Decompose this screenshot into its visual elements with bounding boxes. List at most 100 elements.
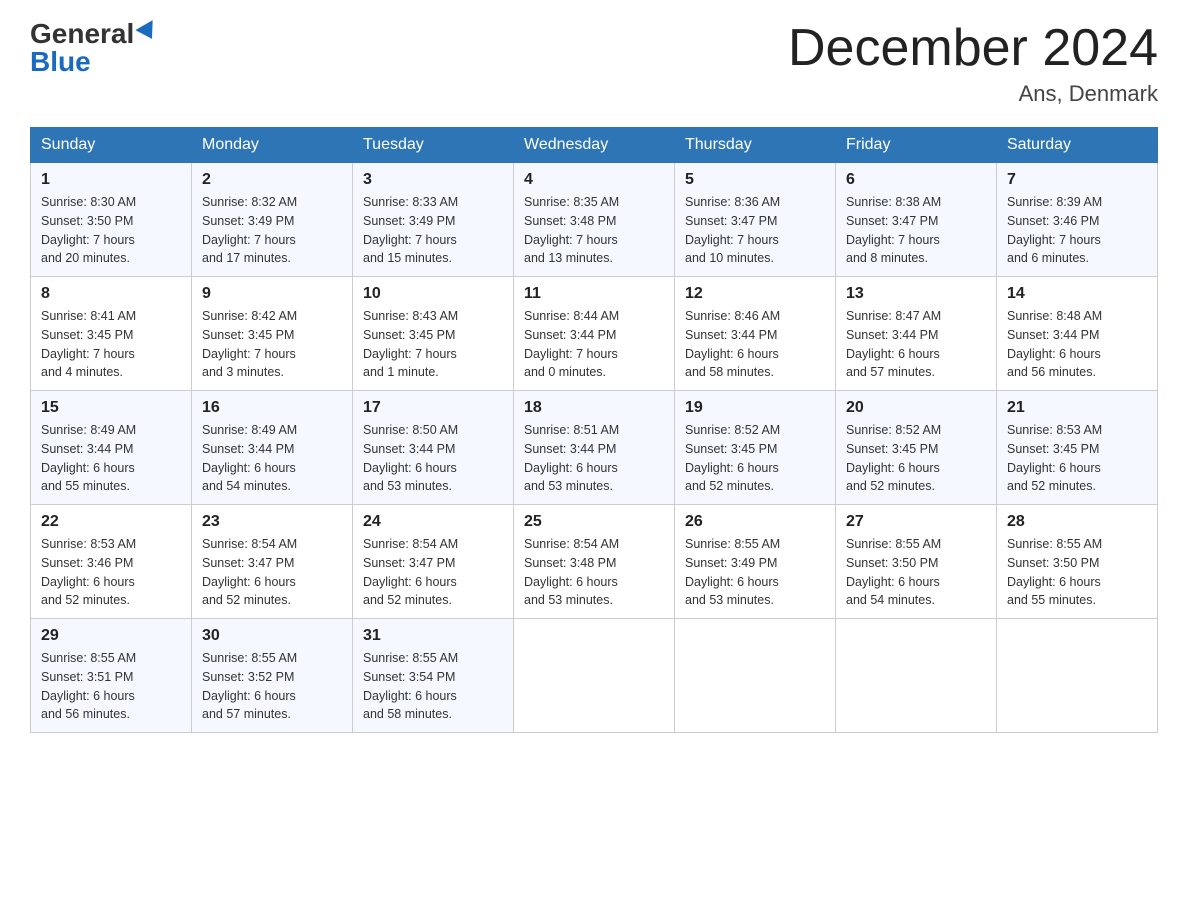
calendar-cell: 3 Sunrise: 8:33 AMSunset: 3:49 PMDaylight…	[353, 163, 514, 277]
day-number: 18	[524, 399, 664, 417]
calendar-cell: 31 Sunrise: 8:55 AMSunset: 3:54 PMDayligh…	[353, 619, 514, 733]
calendar-cell	[514, 619, 675, 733]
day-info: Sunrise: 8:33 AMSunset: 3:49 PMDaylight:…	[363, 193, 503, 268]
calendar-cell: 2 Sunrise: 8:32 AMSunset: 3:49 PMDaylight…	[192, 163, 353, 277]
calendar-location: Ans, Denmark	[788, 81, 1158, 107]
day-info: Sunrise: 8:55 AMSunset: 3:51 PMDaylight:…	[41, 649, 181, 724]
day-info: Sunrise: 8:55 AMSunset: 3:50 PMDaylight:…	[1007, 535, 1147, 610]
day-number: 25	[524, 513, 664, 531]
day-info: Sunrise: 8:53 AMSunset: 3:45 PMDaylight:…	[1007, 421, 1147, 496]
calendar-cell: 13Sunrise: 8:47 AMSunset: 3:44 PMDayligh…	[836, 277, 997, 391]
calendar-cell: 17Sunrise: 8:50 AMSunset: 3:44 PMDayligh…	[353, 391, 514, 505]
day-info: Sunrise: 8:55 AMSunset: 3:50 PMDaylight:…	[846, 535, 986, 610]
calendar-header-row: SundayMondayTuesdayWednesdayThursdayFrid…	[31, 128, 1158, 163]
logo: General Blue	[30, 20, 158, 76]
day-number: 29	[41, 627, 181, 645]
day-number: 5	[685, 171, 825, 189]
calendar-cell: 5 Sunrise: 8:36 AMSunset: 3:47 PMDaylight…	[675, 163, 836, 277]
day-info: Sunrise: 8:55 AMSunset: 3:54 PMDaylight:…	[363, 649, 503, 724]
day-info: Sunrise: 8:36 AMSunset: 3:47 PMDaylight:…	[685, 193, 825, 268]
page-header: General Blue December 2024 Ans, Denmark	[30, 20, 1158, 107]
day-info: Sunrise: 8:49 AMSunset: 3:44 PMDaylight:…	[202, 421, 342, 496]
calendar-cell: 10 Sunrise: 8:43 AMSunset: 3:45 PMDayligh…	[353, 277, 514, 391]
day-number: 11	[524, 285, 664, 303]
day-number: 21	[1007, 399, 1147, 417]
calendar-cell: 28 Sunrise: 8:55 AMSunset: 3:50 PMDayligh…	[997, 505, 1158, 619]
day-info: Sunrise: 8:46 AMSunset: 3:44 PMDaylight:…	[685, 307, 825, 382]
calendar-cell: 30Sunrise: 8:55 AMSunset: 3:52 PMDayligh…	[192, 619, 353, 733]
weekday-header-wednesday: Wednesday	[514, 128, 675, 163]
day-info: Sunrise: 8:35 AMSunset: 3:48 PMDaylight:…	[524, 193, 664, 268]
day-info: Sunrise: 8:54 AMSunset: 3:47 PMDaylight:…	[363, 535, 503, 610]
logo-triangle-icon	[136, 20, 161, 44]
day-info: Sunrise: 8:41 AMSunset: 3:45 PMDaylight:…	[41, 307, 181, 382]
calendar-cell: 6Sunrise: 8:38 AMSunset: 3:47 PMDaylight…	[836, 163, 997, 277]
calendar-cell: 8 Sunrise: 8:41 AMSunset: 3:45 PMDaylight…	[31, 277, 192, 391]
day-info: Sunrise: 8:47 AMSunset: 3:44 PMDaylight:…	[846, 307, 986, 382]
day-info: Sunrise: 8:52 AMSunset: 3:45 PMDaylight:…	[685, 421, 825, 496]
day-number: 12	[685, 285, 825, 303]
day-number: 24	[363, 513, 503, 531]
day-info: Sunrise: 8:38 AMSunset: 3:47 PMDaylight:…	[846, 193, 986, 268]
day-info: Sunrise: 8:42 AMSunset: 3:45 PMDaylight:…	[202, 307, 342, 382]
day-info: Sunrise: 8:51 AMSunset: 3:44 PMDaylight:…	[524, 421, 664, 496]
calendar-cell: 4 Sunrise: 8:35 AMSunset: 3:48 PMDaylight…	[514, 163, 675, 277]
day-number: 23	[202, 513, 342, 531]
day-number: 4	[524, 171, 664, 189]
day-number: 27	[846, 513, 986, 531]
calendar-cell: 7Sunrise: 8:39 AMSunset: 3:46 PMDaylight…	[997, 163, 1158, 277]
day-info: Sunrise: 8:48 AMSunset: 3:44 PMDaylight:…	[1007, 307, 1147, 382]
calendar-cell: 18 Sunrise: 8:51 AMSunset: 3:44 PMDayligh…	[514, 391, 675, 505]
day-info: Sunrise: 8:54 AMSunset: 3:47 PMDaylight:…	[202, 535, 342, 610]
day-info: Sunrise: 8:55 AMSunset: 3:52 PMDaylight:…	[202, 649, 342, 724]
day-number: 15	[41, 399, 181, 417]
calendar-cell: 1Sunrise: 8:30 AMSunset: 3:50 PMDaylight…	[31, 163, 192, 277]
calendar-title: December 2024	[788, 20, 1158, 77]
calendar-cell: 27 Sunrise: 8:55 AMSunset: 3:50 PMDayligh…	[836, 505, 997, 619]
calendar-cell: 19 Sunrise: 8:52 AMSunset: 3:45 PMDayligh…	[675, 391, 836, 505]
calendar-table: SundayMondayTuesdayWednesdayThursdayFrid…	[30, 127, 1158, 733]
day-number: 22	[41, 513, 181, 531]
day-number: 31	[363, 627, 503, 645]
day-info: Sunrise: 8:49 AMSunset: 3:44 PMDaylight:…	[41, 421, 181, 496]
calendar-cell: 12 Sunrise: 8:46 AMSunset: 3:44 PMDayligh…	[675, 277, 836, 391]
calendar-cell: 25 Sunrise: 8:54 AMSunset: 3:48 PMDayligh…	[514, 505, 675, 619]
day-number: 8	[41, 285, 181, 303]
day-number: 1	[41, 171, 181, 189]
day-number: 7	[1007, 171, 1147, 189]
day-number: 3	[363, 171, 503, 189]
calendar-week-row: 15 Sunrise: 8:49 AMSunset: 3:44 PMDayligh…	[31, 391, 1158, 505]
day-number: 10	[363, 285, 503, 303]
day-info: Sunrise: 8:32 AMSunset: 3:49 PMDaylight:…	[202, 193, 342, 268]
calendar-cell: 20Sunrise: 8:52 AMSunset: 3:45 PMDayligh…	[836, 391, 997, 505]
calendar-cell: 16Sunrise: 8:49 AMSunset: 3:44 PMDayligh…	[192, 391, 353, 505]
calendar-cell: 11 Sunrise: 8:44 AMSunset: 3:44 PMDayligh…	[514, 277, 675, 391]
day-number: 14	[1007, 285, 1147, 303]
calendar-week-row: 29 Sunrise: 8:55 AMSunset: 3:51 PMDayligh…	[31, 619, 1158, 733]
calendar-cell: 21 Sunrise: 8:53 AMSunset: 3:45 PMDayligh…	[997, 391, 1158, 505]
weekday-header-thursday: Thursday	[675, 128, 836, 163]
logo-blue-text: Blue	[30, 48, 91, 76]
day-number: 28	[1007, 513, 1147, 531]
calendar-cell: 22Sunrise: 8:53 AMSunset: 3:46 PMDayligh…	[31, 505, 192, 619]
weekday-header-sunday: Sunday	[31, 128, 192, 163]
weekday-header-saturday: Saturday	[997, 128, 1158, 163]
title-block: December 2024 Ans, Denmark	[788, 20, 1158, 107]
weekday-header-friday: Friday	[836, 128, 997, 163]
day-info: Sunrise: 8:54 AMSunset: 3:48 PMDaylight:…	[524, 535, 664, 610]
day-number: 2	[202, 171, 342, 189]
calendar-cell: 24 Sunrise: 8:54 AMSunset: 3:47 PMDayligh…	[353, 505, 514, 619]
day-number: 19	[685, 399, 825, 417]
calendar-week-row: 22Sunrise: 8:53 AMSunset: 3:46 PMDayligh…	[31, 505, 1158, 619]
calendar-cell: 29 Sunrise: 8:55 AMSunset: 3:51 PMDayligh…	[31, 619, 192, 733]
calendar-cell: 15 Sunrise: 8:49 AMSunset: 3:44 PMDayligh…	[31, 391, 192, 505]
day-info: Sunrise: 8:44 AMSunset: 3:44 PMDaylight:…	[524, 307, 664, 382]
day-info: Sunrise: 8:43 AMSunset: 3:45 PMDaylight:…	[363, 307, 503, 382]
day-info: Sunrise: 8:55 AMSunset: 3:49 PMDaylight:…	[685, 535, 825, 610]
calendar-cell	[836, 619, 997, 733]
weekday-header-monday: Monday	[192, 128, 353, 163]
day-number: 17	[363, 399, 503, 417]
calendar-cell: 23 Sunrise: 8:54 AMSunset: 3:47 PMDayligh…	[192, 505, 353, 619]
weekday-header-tuesday: Tuesday	[353, 128, 514, 163]
calendar-cell: 26Sunrise: 8:55 AMSunset: 3:49 PMDayligh…	[675, 505, 836, 619]
